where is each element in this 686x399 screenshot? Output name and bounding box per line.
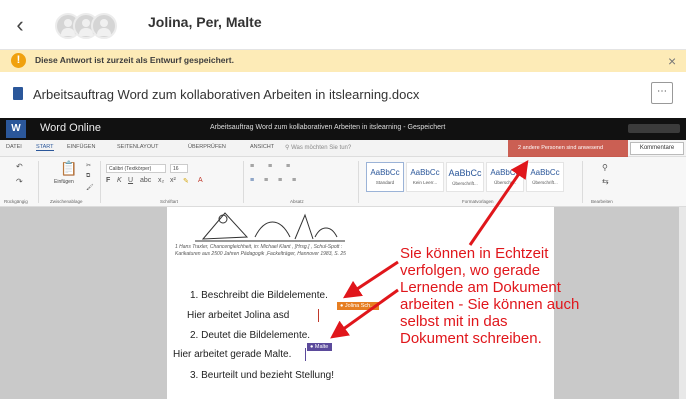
word-logo-icon[interactable]: W bbox=[6, 120, 26, 138]
user-icon: ● bbox=[310, 344, 314, 350]
group-font: Schriftart bbox=[160, 199, 179, 204]
scrollbar[interactable] bbox=[679, 207, 686, 399]
bold-icon[interactable]: F bbox=[106, 177, 110, 184]
divider bbox=[38, 161, 39, 203]
jolina-line[interactable]: Hier arbeitet Jolina asd bbox=[187, 310, 289, 321]
divider bbox=[582, 161, 583, 203]
app-name[interactable]: Word Online bbox=[40, 122, 101, 134]
strikethrough-icon[interactable]: abc bbox=[140, 177, 151, 184]
participant-avatars bbox=[55, 13, 135, 39]
numbering-icon[interactable]: ≡ bbox=[268, 163, 272, 170]
document-title[interactable]: Arbeitsauftrag Word zum kollaborativen A… bbox=[33, 87, 419, 102]
tab-start[interactable]: START bbox=[36, 144, 54, 151]
back-button[interactable]: ‹ bbox=[8, 12, 32, 38]
underline-icon[interactable]: U bbox=[128, 177, 133, 184]
paste-label[interactable]: Einfügen bbox=[54, 179, 74, 185]
ribbon: ↶ ↷ Rückgängig 📋 Einfügen ✂ ⧉ 🖌 Zwischen… bbox=[0, 157, 686, 207]
search-input[interactable]: ⚲ Was möchten Sie tun? bbox=[285, 144, 351, 151]
replace-icon[interactable]: ⇆ bbox=[602, 177, 609, 186]
highlight-icon[interactable]: ✎ bbox=[183, 177, 189, 185]
conversation-header: ‹ Jolina, Per, Malte bbox=[0, 0, 686, 50]
task-2[interactable]: 2. Deutet die Bildelemente. bbox=[190, 330, 310, 341]
lightbulb-icon: ⚲ bbox=[285, 145, 290, 151]
jolina-cursor bbox=[318, 309, 319, 322]
tab-datei[interactable]: DATEI bbox=[6, 144, 22, 150]
image-caption: 1 Hans Traxler, Chancengleichheit, in: M… bbox=[175, 244, 346, 257]
subscript-icon[interactable]: x₂ bbox=[158, 177, 164, 184]
indent-icon[interactable]: ≡ bbox=[286, 163, 290, 170]
tab-ansicht[interactable]: ANSICHT bbox=[250, 144, 274, 150]
more-options-button[interactable]: ⋯ bbox=[651, 82, 673, 104]
search-placeholder: Was möchten Sie tun? bbox=[291, 145, 352, 151]
style-heading-2[interactable]: AaBbCc Überschr... bbox=[486, 162, 524, 192]
font-color-icon[interactable]: A bbox=[198, 177, 203, 184]
divider bbox=[243, 161, 244, 203]
word-online-bar: W Word Online Arbeitsauftrag Word zum ko… bbox=[0, 118, 686, 140]
task-3[interactable]: 3. Beurteilt und bezieht Stellung! bbox=[190, 370, 334, 381]
style-no-spacing[interactable]: AaBbCc Kein Leerr... bbox=[406, 162, 444, 192]
align-right-icon[interactable]: ≡ bbox=[278, 177, 282, 184]
paste-icon[interactable]: 📋 bbox=[60, 160, 77, 177]
group-styles: Formatvorlagen bbox=[462, 199, 494, 204]
word-document-icon bbox=[13, 87, 23, 100]
cartoon-image bbox=[195, 212, 345, 242]
user-account[interactable] bbox=[628, 124, 680, 133]
style-standard[interactable]: AaBbCc Standard bbox=[366, 162, 404, 192]
document-status: Arbeitsauftrag Word zum kollaborativen A… bbox=[210, 124, 446, 131]
divider bbox=[100, 161, 101, 203]
comments-button[interactable]: Kommentare bbox=[630, 142, 684, 155]
style-heading-1[interactable]: AaBbCc Überschrift... bbox=[446, 162, 484, 192]
draft-banner: ! Diese Antwort ist zurzeit als Entwurf … bbox=[0, 50, 686, 72]
document-title-row: Arbeitsauftrag Word zum kollaborativen A… bbox=[0, 72, 686, 118]
find-icon[interactable]: ⚲ bbox=[602, 163, 608, 172]
user-icon: ● bbox=[340, 303, 344, 309]
close-icon[interactable]: × bbox=[668, 53, 676, 69]
tab-seitenlayout[interactable]: SEITENLAYOUT bbox=[117, 144, 158, 150]
align-center-icon[interactable]: ≡ bbox=[264, 177, 268, 184]
malte-presence-flag: ● Malte bbox=[307, 343, 333, 351]
bullets-icon[interactable]: ≡ bbox=[250, 163, 254, 170]
avatar bbox=[91, 13, 117, 39]
undo-icon[interactable]: ↶ bbox=[16, 162, 23, 171]
superscript-icon[interactable]: x² bbox=[170, 177, 176, 184]
task-1[interactable]: 1. Beschreibt die Bildelemente. bbox=[190, 290, 328, 301]
group-clipboard: Zwischenablage bbox=[50, 199, 83, 204]
justify-icon[interactable]: ≡ bbox=[292, 177, 296, 184]
font-size-select[interactable]: 16 bbox=[170, 164, 188, 173]
group-editing: Bearbeiten bbox=[591, 199, 613, 204]
tab-ueberpruefen[interactable]: ÜBERPRÜFEN bbox=[188, 144, 226, 150]
redo-icon[interactable]: ↷ bbox=[16, 177, 23, 186]
font-name-select[interactable]: Calibri (Textkörper) bbox=[106, 164, 166, 173]
annotation-text: Sie können in Echtzeit verfolgen, wo ger… bbox=[400, 245, 580, 347]
presence-text: 2 andere Personen sind anwesend bbox=[518, 145, 604, 151]
jolina-presence-flag: ● Jolina Sch... bbox=[337, 302, 379, 310]
flag-label: Jolina Sch... bbox=[344, 303, 375, 309]
copy-icon[interactable]: ⧉ bbox=[86, 173, 90, 180]
flag-label: Malte bbox=[314, 344, 329, 350]
chevron-left-icon: ‹ bbox=[16, 12, 24, 37]
warning-icon: ! bbox=[11, 53, 26, 68]
group-undo: Rückgängig bbox=[4, 199, 28, 204]
malte-line[interactable]: Hier arbeitet gerade Malte. bbox=[173, 349, 291, 360]
conversation-title: Jolina, Per, Malte bbox=[148, 14, 262, 30]
divider bbox=[358, 161, 359, 203]
malte-cursor bbox=[305, 348, 306, 361]
tab-einfuegen[interactable]: EINFÜGEN bbox=[67, 144, 95, 150]
style-heading-3[interactable]: AaBbCc Überschrift... bbox=[526, 162, 564, 192]
align-left-icon[interactable]: ≡ bbox=[250, 177, 254, 184]
group-paragraph: Absatz bbox=[290, 199, 304, 204]
cut-icon[interactable]: ✂ bbox=[86, 162, 91, 169]
banner-text: Diese Antwort ist zurzeit als Entwurf ge… bbox=[35, 55, 235, 65]
italic-icon[interactable]: K bbox=[117, 177, 122, 184]
format-painter-icon[interactable]: 🖌 bbox=[86, 184, 94, 191]
